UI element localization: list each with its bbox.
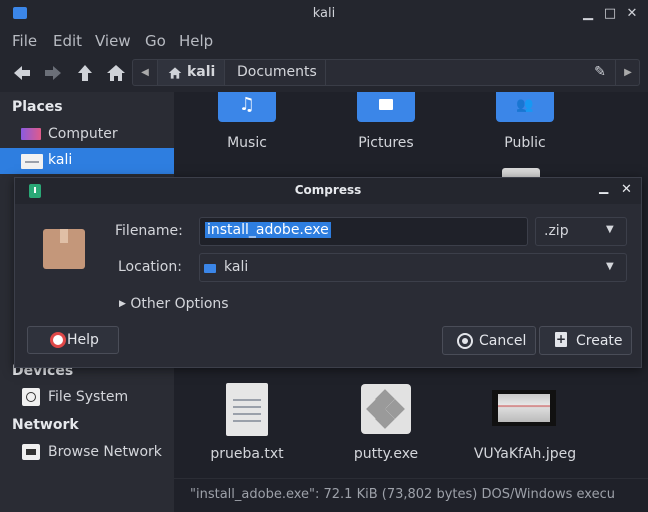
menu-help[interactable]: Help: [179, 32, 213, 50]
extension-value: .zip: [544, 223, 569, 239]
triangle-right-icon: ▶: [119, 299, 126, 309]
crumb-documents-label: Documents: [237, 64, 317, 80]
extension-dropdown[interactable]: .zip ▼: [535, 217, 627, 246]
sidebar-item-label: Computer: [48, 126, 118, 142]
computer-icon: [21, 128, 41, 140]
file-item-pictures[interactable]: Pictures: [326, 92, 446, 158]
menu-edit[interactable]: Edit: [53, 32, 82, 50]
file-name: prueba.txt: [210, 446, 284, 462]
edit-path-button[interactable]: ✎: [585, 60, 615, 85]
package-icon: [43, 229, 85, 269]
filename-label: Filename:: [115, 223, 183, 239]
menu-file[interactable]: File: [12, 32, 37, 50]
close-button[interactable]: ✕: [624, 6, 640, 22]
lifebuoy-icon: [50, 332, 66, 348]
folder-icon: ♫: [218, 92, 276, 122]
help-button[interactable]: Help: [27, 326, 119, 354]
file-item-public[interactable]: 👥 Public: [465, 92, 585, 158]
dialog-title: Compress: [294, 183, 362, 197]
folder-icon: [357, 92, 415, 122]
maximize-button[interactable]: □: [602, 6, 618, 22]
image-thumbnail-icon: [492, 390, 556, 426]
home-icon: [168, 67, 182, 79]
window-titlebar: kali ▁ □ ✕: [0, 0, 648, 28]
sidebar-item-label: File System: [48, 389, 129, 405]
arrow-right-icon: [45, 66, 61, 80]
sidebar-item-file-system[interactable]: File System: [0, 385, 174, 411]
home-button[interactable]: [104, 62, 128, 84]
path-bar: ◀ kali Documents ✎ ▶: [132, 59, 640, 86]
path-scroll-left-button[interactable]: ◀: [133, 60, 158, 85]
other-options-expander[interactable]: ▶ Other Options: [119, 296, 229, 312]
file-name: Music: [227, 135, 267, 151]
location-dropdown[interactable]: kali ▼: [199, 253, 627, 282]
path-scroll-right-button[interactable]: ▶: [615, 60, 640, 85]
network-icon: [22, 444, 40, 460]
people-icon: 👥: [516, 97, 534, 113]
filename-field[interactable]: install_adobe.exe: [199, 217, 528, 246]
back-button[interactable]: [10, 62, 34, 84]
network-header: Network: [12, 417, 79, 433]
dialog-titlebar: Compress ▁ ✕: [15, 178, 641, 204]
exe-file-icon: [361, 384, 411, 434]
menu-go[interactable]: Go: [145, 32, 166, 50]
new-file-icon: +: [555, 332, 567, 347]
file-item-prueba[interactable]: prueba.txt: [187, 380, 307, 466]
location-value: kali: [224, 259, 249, 275]
sidebar-item-kali[interactable]: kali: [0, 148, 174, 174]
create-label: Create: [576, 333, 623, 349]
image-icon: [379, 99, 393, 110]
help-label: Help: [67, 332, 99, 348]
up-button[interactable]: [73, 62, 97, 84]
file-item-music[interactable]: ♫ Music: [187, 92, 307, 158]
chevron-down-icon: ▼: [606, 261, 614, 272]
arrow-left-icon: [14, 66, 30, 80]
text-file-icon: [226, 383, 268, 436]
file-name: VUYaKfAh.jpeg: [473, 446, 577, 462]
file-name: putty.exe: [353, 446, 419, 462]
drive-icon: [22, 388, 40, 406]
sidebar-item-browse-network[interactable]: Browse Network: [0, 440, 174, 466]
status-text: "install_adobe.exe": 72.1 KiB (73,802 by…: [190, 487, 615, 502]
create-button[interactable]: + Create: [539, 326, 632, 355]
status-bar: "install_adobe.exe": 72.1 KiB (73,802 by…: [174, 478, 648, 512]
sidebar-item-computer[interactable]: Computer: [0, 122, 174, 148]
dialog-minimize-button[interactable]: ▁: [599, 180, 613, 194]
file-name: Pictures: [358, 135, 414, 151]
arrow-up-icon: [78, 65, 92, 81]
crumb-documents[interactable]: Documents: [225, 60, 326, 85]
sidebar-item-label: Browse Network: [48, 444, 162, 460]
menu-view[interactable]: View: [95, 32, 131, 50]
music-note-icon: ♫: [238, 94, 256, 115]
window-title: kali: [312, 6, 336, 21]
file-name: Public: [504, 135, 546, 151]
chevron-down-icon: ▼: [606, 224, 614, 235]
other-options-label: Other Options: [130, 296, 229, 312]
forward-button[interactable]: [41, 62, 65, 84]
menubar: File Edit View Go Help: [0, 28, 648, 54]
cancel-label: Cancel: [479, 333, 527, 349]
compress-dialog: Compress ▁ ✕ Filename: install_adobe.exe…: [14, 177, 642, 368]
crumb-kali-label: kali: [187, 64, 216, 80]
minimize-button[interactable]: ▁: [580, 6, 596, 22]
folder-icon: 👥: [496, 92, 554, 122]
filename-value: install_adobe.exe: [205, 222, 331, 238]
dialog-close-button[interactable]: ✕: [621, 182, 635, 197]
sidebar-item-label: kali: [48, 152, 73, 168]
cancel-button[interactable]: Cancel: [442, 326, 536, 355]
crumb-kali[interactable]: kali: [158, 60, 225, 85]
location-label: Location:: [118, 259, 182, 275]
file-item-vuyakfah[interactable]: VUYaKfAh.jpeg: [465, 380, 585, 466]
file-item-putty[interactable]: putty.exe: [326, 380, 446, 466]
cancel-icon: [457, 333, 473, 349]
home-folder-icon: [21, 154, 43, 169]
home-icon: [107, 65, 125, 81]
pencil-icon: ✎: [594, 64, 606, 80]
home-folder-icon: [204, 264, 216, 273]
places-header: Places: [12, 99, 63, 115]
